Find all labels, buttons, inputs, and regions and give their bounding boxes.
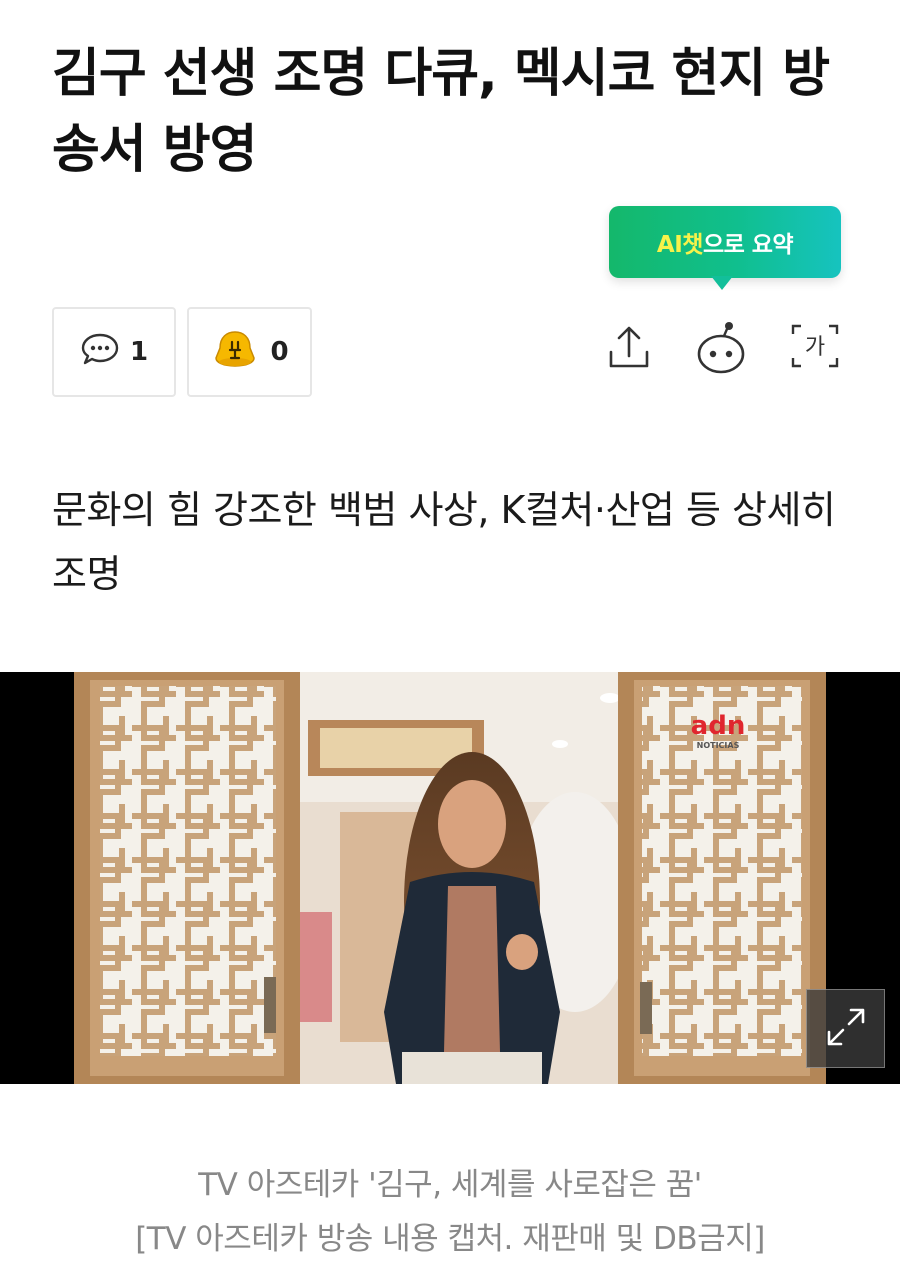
- ai-summary-button[interactable]: AI챗 으로 요약: [609, 206, 841, 278]
- video-frame: adn NOTICIAS: [0, 672, 900, 1084]
- comment-count: 1: [129, 337, 149, 367]
- caption-line-1: TV 아즈테카 '김구, 세계를 사로잡은 꿈': [198, 1167, 702, 1203]
- broadcaster-logo: adn: [691, 711, 746, 741]
- font-size-glyph: 가: [805, 335, 825, 360]
- ai-summary-tail: [711, 276, 733, 290]
- caption-line-2: [TV 아즈테카 방송 내용 캡처. 재판매 및 DB금지]: [135, 1221, 765, 1257]
- ai-summary-label-highlight: AI챗: [656, 232, 704, 258]
- comment-button[interactable]: 1: [52, 307, 176, 397]
- article-headline: 김구 선생 조명 다큐, 멕시코 현지 방송서 방영: [52, 44, 830, 180]
- reaction-count: 0: [270, 337, 289, 367]
- article-subheadline: 문화의 힘 강조한 백범 사상, K컬처·산업 등 상세히 조명: [52, 488, 836, 596]
- image-caption: TV 아즈테카 '김구, 세계를 사로잡은 꿈' [TV 아즈테카 방송 내용 …: [0, 1158, 900, 1266]
- broadcaster-logo-sub: NOTICIAS: [697, 741, 740, 750]
- reaction-button[interactable]: 0: [187, 307, 312, 397]
- yellow-face-emoji-icon: [210, 328, 260, 376]
- share-icon[interactable]: [604, 320, 654, 376]
- expand-arrows-icon: [821, 1002, 871, 1056]
- font-size-icon[interactable]: 가: [790, 320, 840, 376]
- video-player[interactable]: adn NOTICIAS: [0, 672, 900, 1084]
- chatbot-icon[interactable]: [695, 320, 749, 376]
- speech-bubble-icon: [80, 332, 120, 372]
- ai-summary-label: 으로 요약: [702, 232, 794, 258]
- fullscreen-button[interactable]: [806, 989, 885, 1068]
